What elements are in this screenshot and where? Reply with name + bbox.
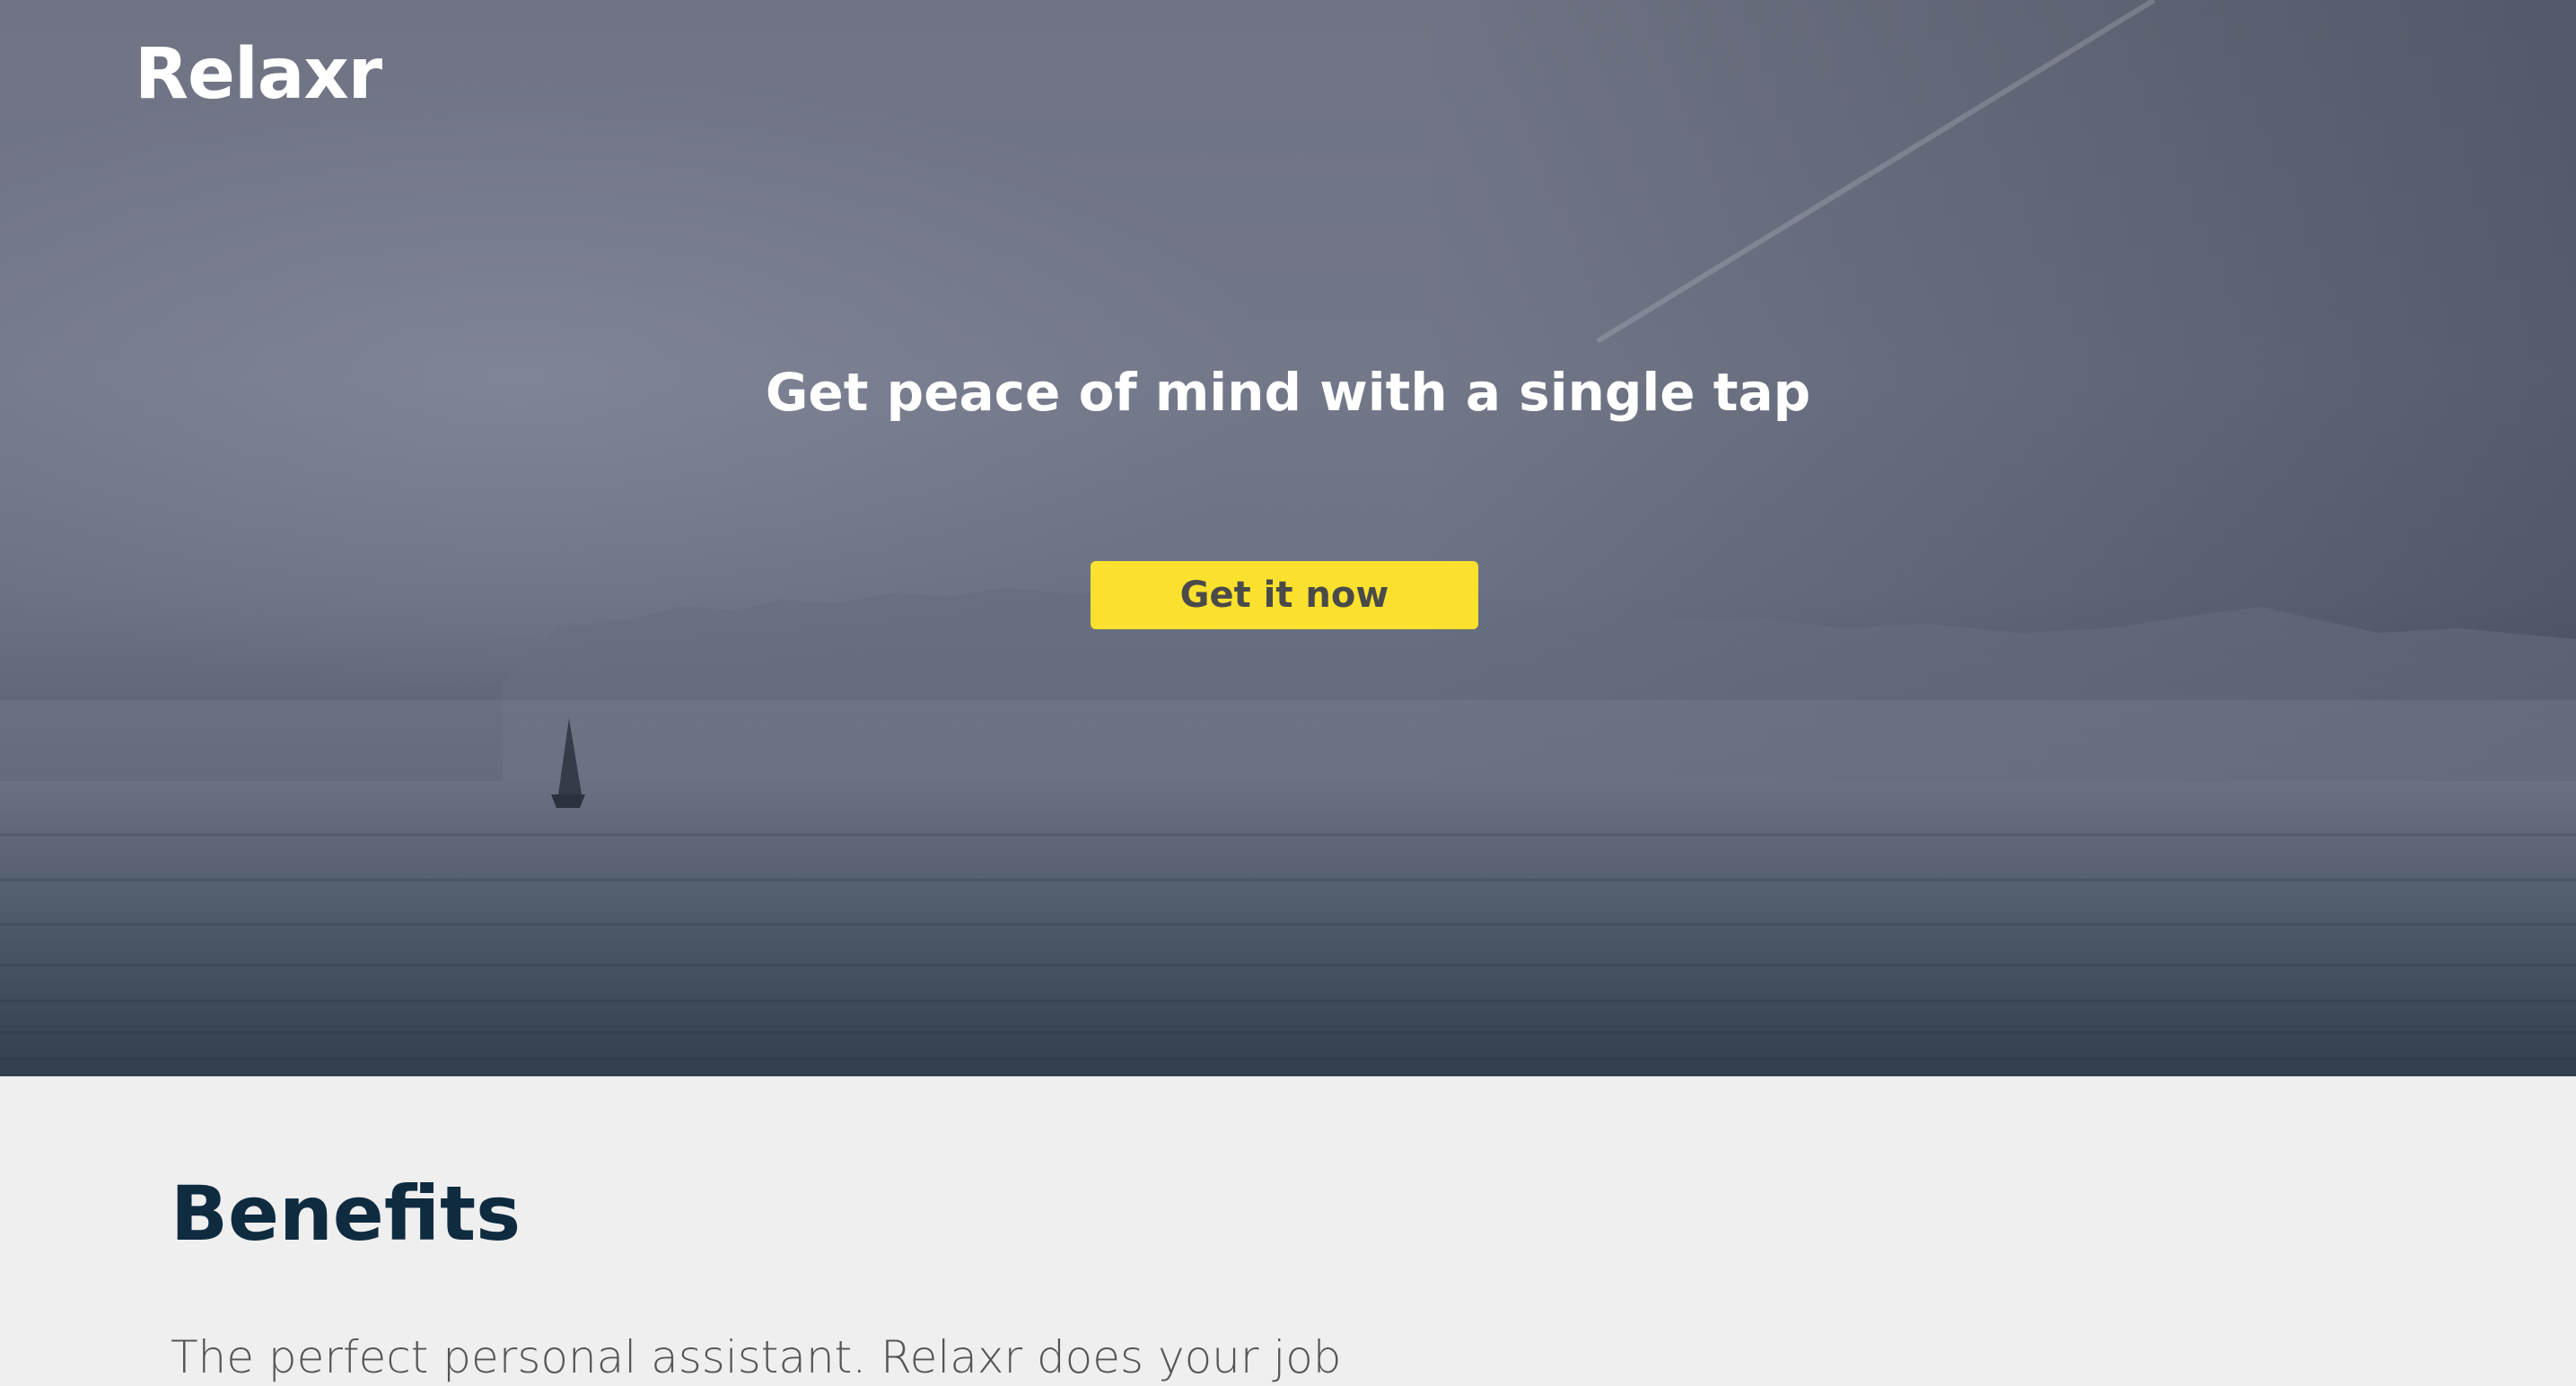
benefits-heading: Benefits xyxy=(171,1170,521,1258)
hero-tagline: Get peace of mind with a single tap xyxy=(765,362,1811,423)
landing-page: Relaxr Get peace of mind with a single t… xyxy=(0,0,2576,1386)
get-it-now-button[interactable]: Get it now xyxy=(1091,561,1478,629)
contrail xyxy=(1596,0,2156,344)
hero-background-image xyxy=(0,0,2576,1076)
logo[interactable]: Relaxr xyxy=(135,39,382,110)
hero-section: Relaxr Get peace of mind with a single t… xyxy=(0,0,2576,1076)
benefits-description: The perfect personal assistant. Relaxr d… xyxy=(171,1331,1342,1383)
